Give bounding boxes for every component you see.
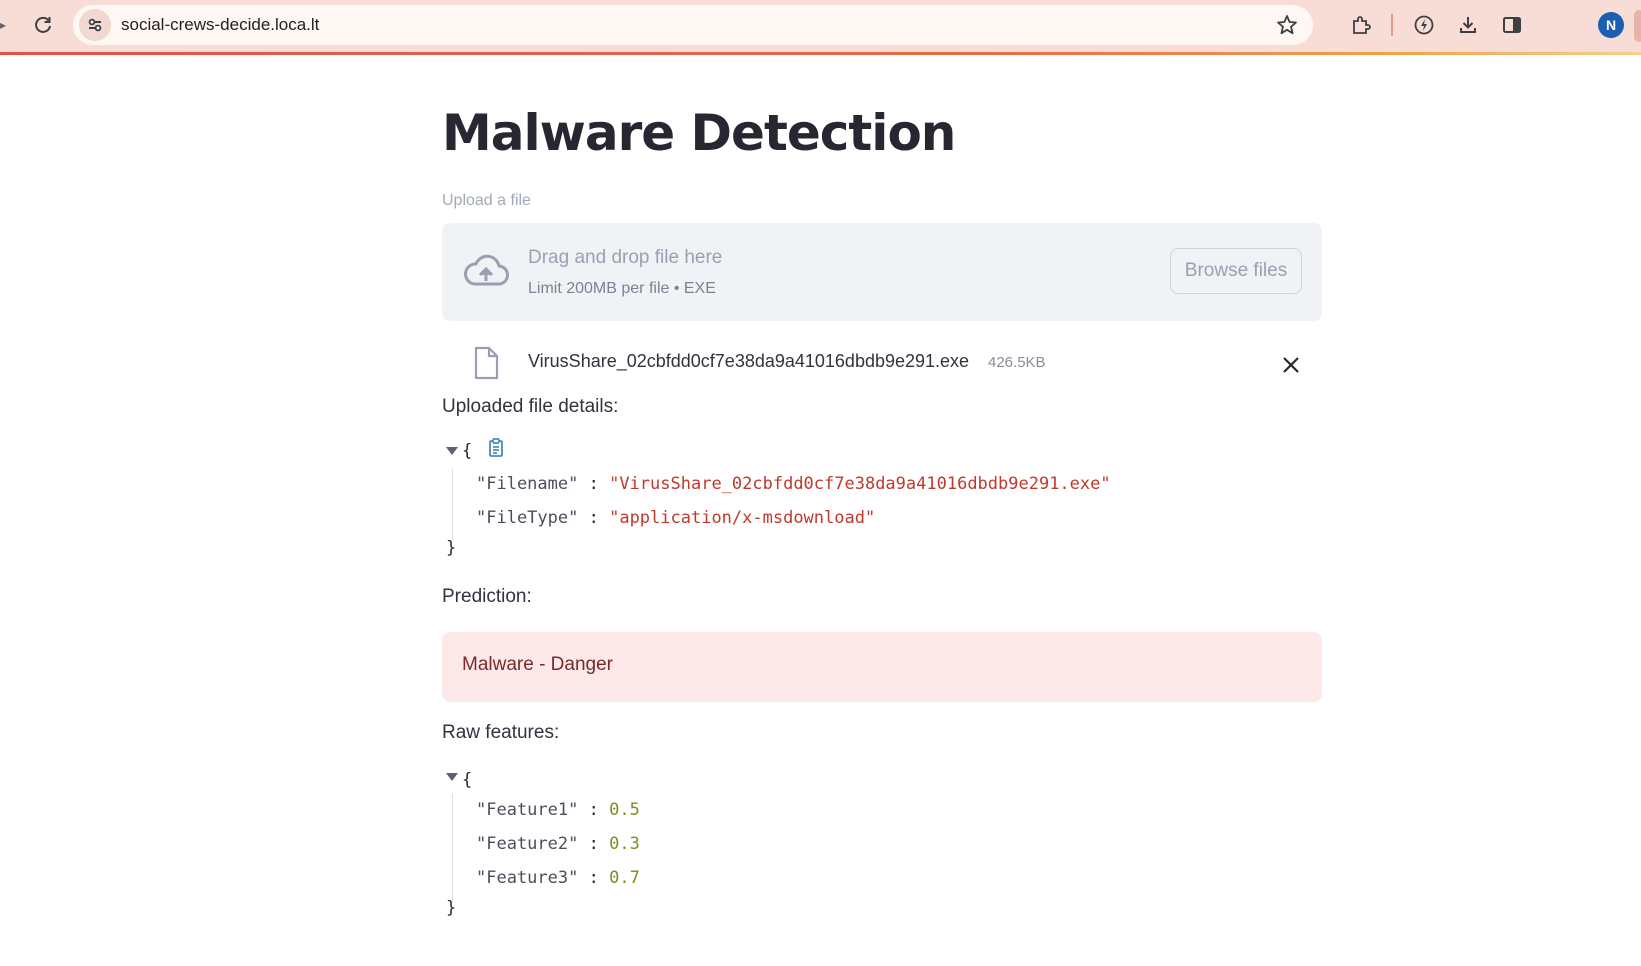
reload-icon[interactable] xyxy=(30,12,56,38)
json-value: "VirusShare_02cbfdd0cf7e38da9a41016dbdb9… xyxy=(609,474,1111,494)
raw-features-label: Raw features: xyxy=(442,722,560,743)
json-row: "Feature2" : 0.3 xyxy=(476,834,640,854)
json-indent-guide xyxy=(452,794,453,902)
file-dropzone[interactable]: Drag and drop file here Limit 200MB per … xyxy=(442,223,1322,321)
prediction-result: Malware - Danger xyxy=(462,654,613,675)
json-value: 0.3 xyxy=(609,834,640,854)
json-close-brace: } xyxy=(446,538,457,558)
profile-avatar[interactable]: N xyxy=(1598,12,1624,38)
json-row: "Feature3" : 0.7 xyxy=(476,868,640,888)
uploaded-details-label: Uploaded file details: xyxy=(442,396,619,417)
extensions-icon[interactable] xyxy=(1348,12,1374,38)
json-open-brace: { xyxy=(462,770,473,790)
json-key: "Feature3" xyxy=(476,868,579,888)
json-key: "Feature2" xyxy=(476,834,579,854)
json-indent-guide xyxy=(452,468,453,540)
caret-down-icon[interactable] xyxy=(446,773,458,781)
prediction-alert: Malware - Danger xyxy=(442,632,1322,702)
json-close-brace: } xyxy=(446,898,457,918)
raw-features-json: { "Feature1" : 0.5 "Feature2" : 0.3 "Fea… xyxy=(442,770,1322,920)
copy-icon[interactable] xyxy=(488,438,506,458)
dropzone-instructions: Drag and drop file here xyxy=(528,247,723,268)
loading-bar xyxy=(0,52,1641,55)
prediction-label: Prediction: xyxy=(442,586,532,607)
json-open-brace: { xyxy=(462,441,473,461)
uploaded-file-name: VirusShare_02cbfdd0cf7e38da9a41016dbdb9e… xyxy=(528,351,970,371)
json-value: 0.7 xyxy=(609,868,640,888)
json-key: "Filename" xyxy=(476,474,579,494)
toolbar-separator xyxy=(1391,14,1393,36)
performance-icon[interactable] xyxy=(1411,12,1437,38)
page-title: Malware Detection xyxy=(442,104,956,162)
browse-files-button[interactable]: Browse files xyxy=(1170,248,1302,294)
dropzone-limit: Limit 200MB per file • EXE xyxy=(528,280,716,297)
caret-down-icon[interactable] xyxy=(446,447,458,455)
json-row: "FileType" : "application/x-msdownload" xyxy=(476,508,876,528)
site-info-icon[interactable] xyxy=(79,9,111,41)
cloud-upload-icon xyxy=(462,251,510,291)
browser-toolbar: ▸ social-crews-decide.loca.lt N xyxy=(0,0,1641,52)
address-bar[interactable]: social-crews-decide.loca.lt xyxy=(73,5,1313,45)
upload-label: Upload a file xyxy=(442,192,531,209)
file-details-json: { "Filename" : "VirusShare_02cbfdd0cf7e3… xyxy=(442,438,1322,560)
file-icon xyxy=(472,346,500,380)
download-icon[interactable] xyxy=(1455,12,1481,38)
json-value: 0.5 xyxy=(609,800,640,820)
json-row: "Feature1" : 0.5 xyxy=(476,800,640,820)
side-panel-icon[interactable] xyxy=(1499,12,1525,38)
star-icon[interactable] xyxy=(1275,13,1299,37)
uploaded-file-item: VirusShare_02cbfdd0cf7e38da9a41016dbdb9e… xyxy=(442,342,1322,390)
uploaded-file-size: 426.5KB xyxy=(988,354,1046,371)
json-value: "application/x-msdownload" xyxy=(609,508,876,528)
json-row: "Filename" : "VirusShare_02cbfdd0cf7e38d… xyxy=(476,474,1111,494)
back-arrow-icon[interactable]: ▸ xyxy=(0,18,6,32)
url-text[interactable]: social-crews-decide.loca.lt xyxy=(121,15,319,35)
json-key: "Feature1" xyxy=(476,800,579,820)
window-edge xyxy=(1634,10,1641,42)
json-key: "FileType" xyxy=(476,508,579,528)
close-icon[interactable] xyxy=(1280,354,1302,376)
